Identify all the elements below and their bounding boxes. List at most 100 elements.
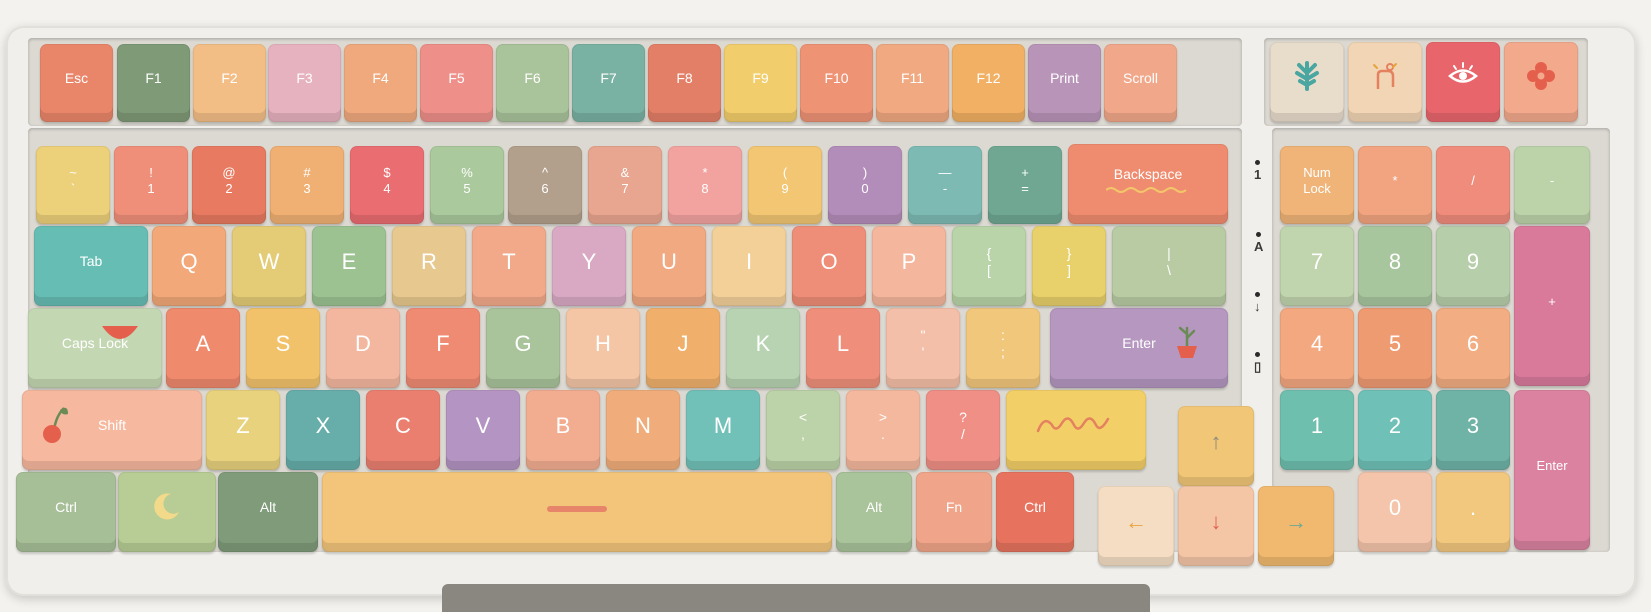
key-q[interactable]: Q <box>152 226 226 306</box>
key-y[interactable]: Y <box>552 226 626 306</box>
key-quote[interactable]: " ' <box>886 308 960 388</box>
arrow-up-key[interactable]: ↑ <box>1178 406 1254 486</box>
key-period[interactable]: >. <box>846 390 920 470</box>
key-j[interactable]: J <box>646 308 720 388</box>
key-4-4[interactable]: $4 <box>350 146 424 224</box>
key-f8[interactable]: F8 <box>648 44 721 122</box>
key-f[interactable]: F <box>406 308 480 388</box>
key-a[interactable]: A <box>166 308 240 388</box>
key-f5[interactable]: F5 <box>420 44 493 122</box>
numpad-num-lock[interactable]: Num Lock <box>1280 146 1354 224</box>
key-f11[interactable]: F11 <box>876 44 949 122</box>
key-v[interactable]: V <box>446 390 520 470</box>
left-shift-key[interactable]: Shift <box>22 390 202 470</box>
key-f4[interactable]: F4 <box>344 44 417 122</box>
numpad-3[interactable]: 3 <box>1436 390 1510 470</box>
key-3-3[interactable]: #3 <box>270 146 344 224</box>
key-slash[interactable]: ? / <box>926 390 1000 470</box>
macro-key-3[interactable] <box>1426 42 1500 122</box>
macro-key-1[interactable] <box>1270 42 1344 122</box>
key--11[interactable]: — - <box>908 146 982 224</box>
numpad-2[interactable]: 2 <box>1358 390 1432 470</box>
key-f6[interactable]: F6 <box>496 44 569 122</box>
spacebar[interactable] <box>322 472 832 552</box>
key-o[interactable]: O <box>792 226 866 306</box>
key-e[interactable]: E <box>312 226 386 306</box>
key-f7[interactable]: F7 <box>572 44 645 122</box>
numpad-enter[interactable]: Enter <box>1514 390 1590 550</box>
arrow-left-key[interactable]: ← <box>1098 486 1174 566</box>
key-u[interactable]: U <box>632 226 706 306</box>
numpad-6[interactable]: 6 <box>1436 308 1510 388</box>
numpad-multiply[interactable]: * <box>1358 146 1432 224</box>
tab-key[interactable]: Tab <box>34 226 148 306</box>
right-alt-key[interactable]: Alt <box>836 472 912 552</box>
numpad-8[interactable]: 8 <box>1358 226 1432 306</box>
enter-key[interactable]: Enter <box>1050 308 1228 388</box>
fn-key[interactable]: Fn <box>916 472 992 552</box>
key-f10[interactable]: F10 <box>800 44 873 122</box>
key-0-10[interactable]: ) 0 <box>828 146 902 224</box>
key--0[interactable]: ~ ` <box>36 146 110 224</box>
key-l[interactable]: L <box>806 308 880 388</box>
key-f9[interactable]: F9 <box>724 44 797 122</box>
key-c[interactable]: C <box>366 390 440 470</box>
arrow-right-key[interactable]: → <box>1258 486 1334 566</box>
numpad-4[interactable]: 4 <box>1280 308 1354 388</box>
key-9-9[interactable]: (9 <box>748 146 822 224</box>
left-ctrl-key[interactable]: Ctrl <box>16 472 116 552</box>
key-g[interactable]: G <box>486 308 560 388</box>
arrow-down-key[interactable]: ↓ <box>1178 486 1254 566</box>
key-m[interactable]: M <box>686 390 760 470</box>
numpad-divide[interactable]: / <box>1436 146 1510 224</box>
key-z[interactable]: Z <box>206 390 280 470</box>
key-comma[interactable]: <, <box>766 390 840 470</box>
key-t[interactable]: T <box>472 226 546 306</box>
key-p[interactable]: P <box>872 226 946 306</box>
numpad-7[interactable]: 7 <box>1280 226 1354 306</box>
numpad-9[interactable]: 9 <box>1436 226 1510 306</box>
key-k[interactable]: K <box>726 308 800 388</box>
key-6-6[interactable]: ^ 6 <box>508 146 582 224</box>
key-2-2[interactable]: @2 <box>192 146 266 224</box>
key-i[interactable]: I <box>712 226 786 306</box>
moon-key[interactable] <box>118 472 216 552</box>
numpad-1[interactable]: 1 <box>1280 390 1354 470</box>
macro-key-2[interactable] <box>1348 42 1422 122</box>
key-print[interactable]: Print <box>1028 44 1101 122</box>
key-f2[interactable]: F2 <box>193 44 266 122</box>
numpad-plus[interactable]: + <box>1514 226 1590 386</box>
numpad-decimal[interactable]: . <box>1436 472 1510 552</box>
key-7-7[interactable]: & 7 <box>588 146 662 224</box>
key-f1[interactable]: F1 <box>117 44 190 122</box>
key-f12[interactable]: F12 <box>952 44 1025 122</box>
key-esc[interactable]: Esc <box>40 44 113 122</box>
key-b[interactable]: B <box>526 390 600 470</box>
numpad-minus[interactable]: - <box>1514 146 1590 224</box>
key-backslash[interactable]: | \ <box>1112 226 1226 306</box>
key-1-1[interactable]: ! 1 <box>114 146 188 224</box>
right-ctrl-key[interactable]: Ctrl <box>996 472 1074 552</box>
numpad-0[interactable]: 0 <box>1358 472 1432 552</box>
key-bracket-right[interactable]: }] <box>1032 226 1106 306</box>
key-8-8[interactable]: * 8 <box>668 146 742 224</box>
key-semicolon[interactable]: :; <box>966 308 1040 388</box>
backspace-key[interactable]: Backspace <box>1068 144 1228 224</box>
key-w[interactable]: W <box>232 226 306 306</box>
key-5-5[interactable]: % 5 <box>430 146 504 224</box>
key-scroll[interactable]: Scroll <box>1104 44 1177 122</box>
caps-lock-key[interactable]: Caps Lock <box>28 308 162 388</box>
key-x[interactable]: X <box>286 390 360 470</box>
key-r[interactable]: R <box>392 226 466 306</box>
key-s[interactable]: S <box>246 308 320 388</box>
macro-key-4[interactable] <box>1504 42 1578 122</box>
key-n[interactable]: N <box>606 390 680 470</box>
key-h[interactable]: H <box>566 308 640 388</box>
key-d[interactable]: D <box>326 308 400 388</box>
right-shift-key[interactable] <box>1006 390 1146 470</box>
key-f3[interactable]: F3 <box>268 44 341 122</box>
key--12[interactable]: + = <box>988 146 1062 224</box>
key-bracket-left[interactable]: {[ <box>952 226 1026 306</box>
left-alt-key[interactable]: Alt <box>218 472 318 552</box>
numpad-5[interactable]: 5 <box>1358 308 1432 388</box>
